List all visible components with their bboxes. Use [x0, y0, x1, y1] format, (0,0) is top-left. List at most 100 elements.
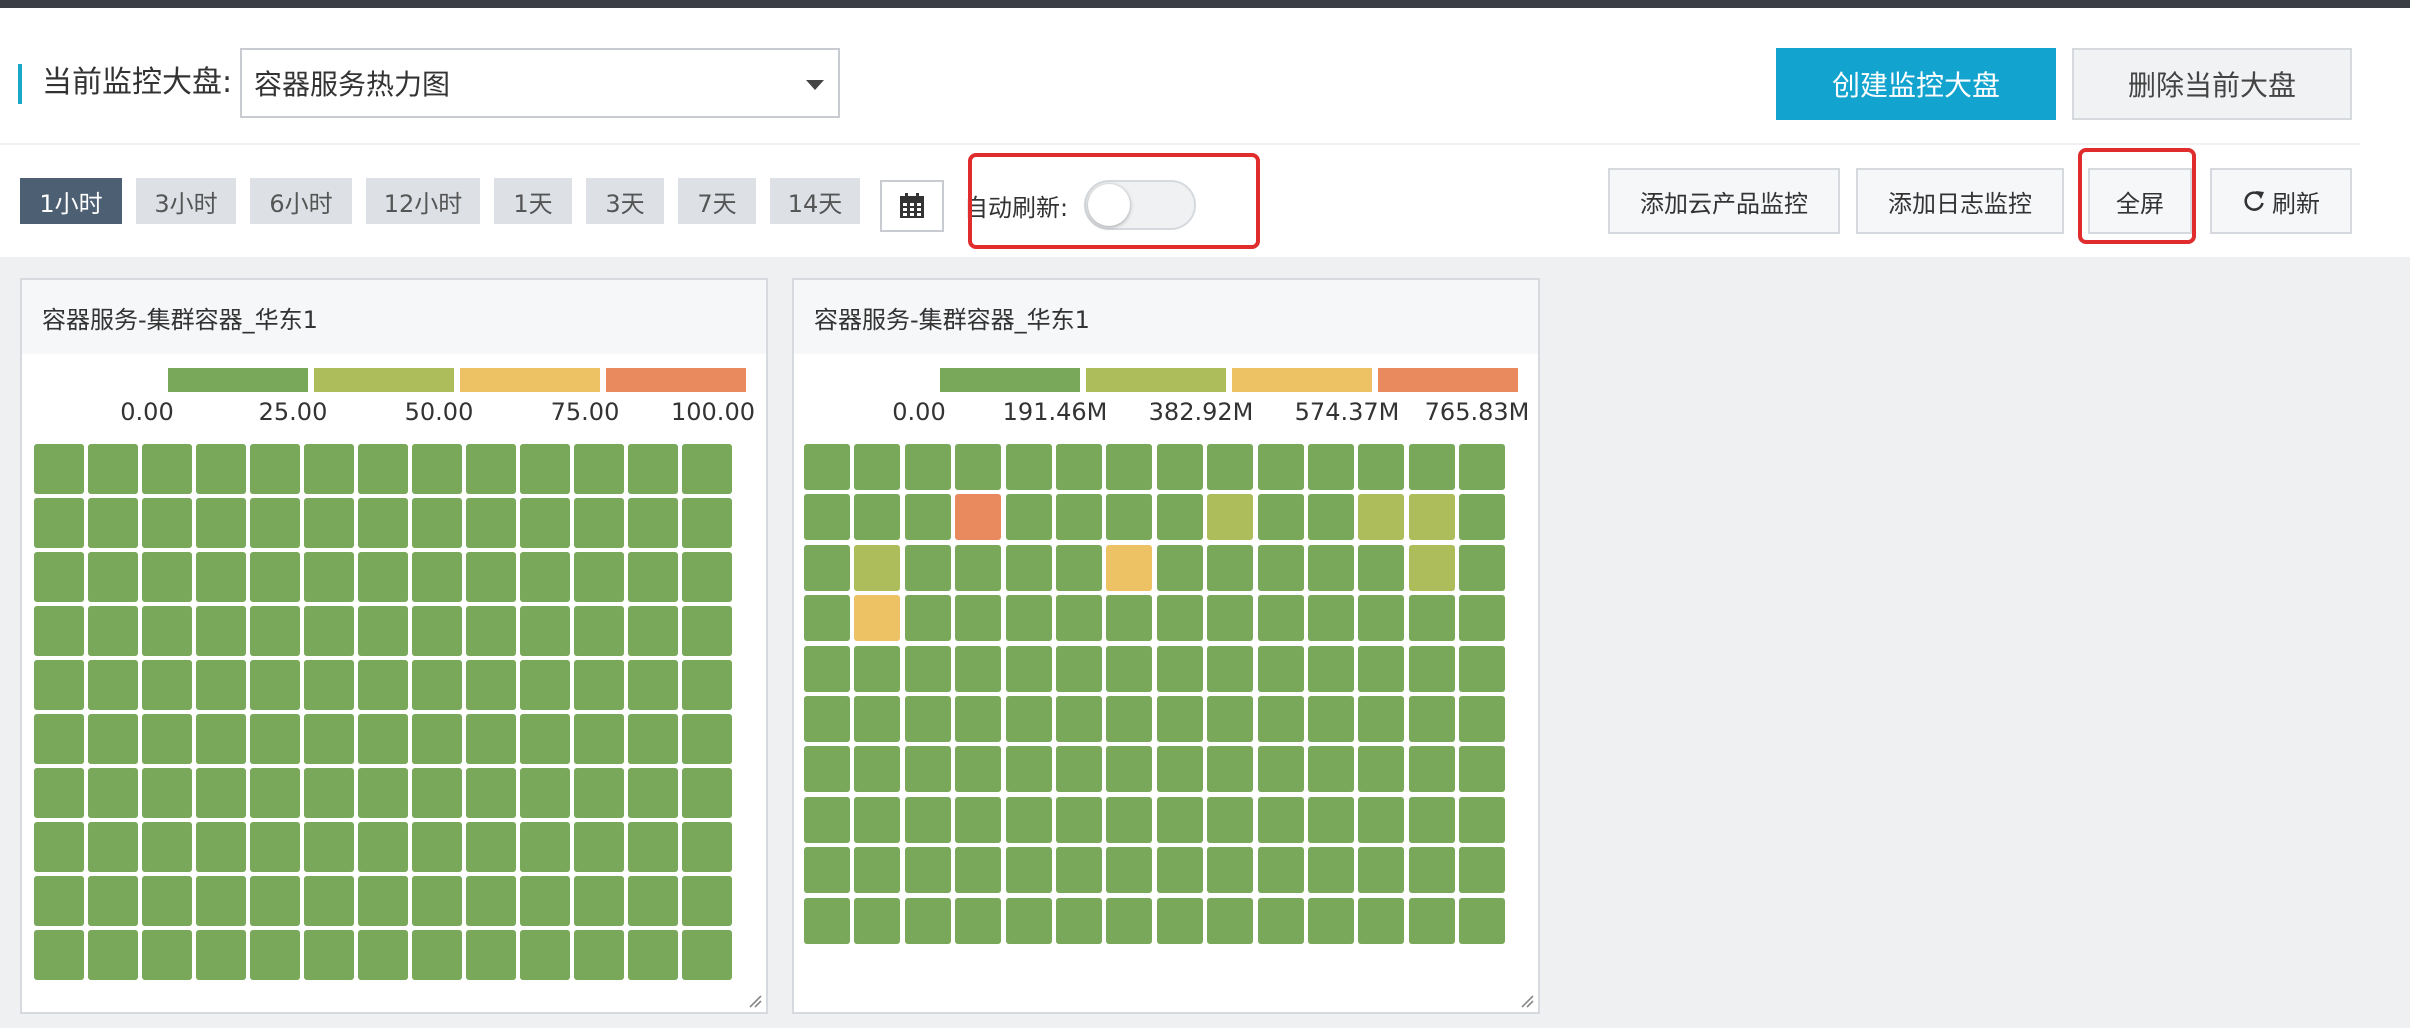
heatmap-cell[interactable]	[1358, 545, 1404, 591]
heatmap-cell[interactable]	[1409, 494, 1455, 540]
heatmap-cell[interactable]	[905, 746, 951, 792]
heatmap-cell[interactable]	[412, 660, 462, 710]
heatmap-cell[interactable]	[628, 876, 678, 926]
resize-handle-icon[interactable]	[748, 994, 762, 1008]
heatmap-cell[interactable]	[1358, 696, 1404, 742]
add-cloud-product-monitor-button[interactable]: 添加云产品监控	[1608, 168, 1840, 234]
heatmap-cell[interactable]	[1207, 797, 1253, 843]
create-dashboard-button[interactable]: 创建监控大盘	[1776, 48, 2056, 120]
heatmap-cell[interactable]	[88, 444, 138, 494]
heatmap-cell[interactable]	[1006, 696, 1052, 742]
heatmap-cell[interactable]	[1157, 847, 1203, 893]
heatmap-cell[interactable]	[520, 552, 570, 602]
heatmap-cell[interactable]	[628, 822, 678, 872]
heatmap-cell[interactable]	[905, 847, 951, 893]
heatmap-cell[interactable]	[955, 847, 1001, 893]
heatmap-cell[interactable]	[88, 876, 138, 926]
heatmap-cell[interactable]	[1409, 696, 1455, 742]
heatmap-cell[interactable]	[196, 822, 246, 872]
heatmap-cell[interactable]	[304, 876, 354, 926]
heatmap-cell[interactable]	[358, 930, 408, 980]
heatmap-cell[interactable]	[804, 797, 850, 843]
heatmap-cell[interactable]	[358, 552, 408, 602]
heatmap-cell[interactable]	[34, 822, 84, 872]
heatmap-cell[interactable]	[1006, 444, 1052, 490]
heatmap-cell[interactable]	[854, 595, 900, 641]
heatmap-cell[interactable]	[142, 444, 192, 494]
heatmap-cell[interactable]	[1006, 646, 1052, 692]
heatmap-cell[interactable]	[804, 545, 850, 591]
heatmap-cell[interactable]	[628, 444, 678, 494]
heatmap-cell[interactable]	[1006, 545, 1052, 591]
heatmap-cell[interactable]	[1106, 746, 1152, 792]
heatmap-cell[interactable]	[682, 444, 732, 494]
time-range-3d[interactable]: 3天	[586, 178, 664, 224]
heatmap-cell[interactable]	[142, 822, 192, 872]
heatmap-cell[interactable]	[304, 606, 354, 656]
heatmap-cell[interactable]	[1157, 746, 1203, 792]
heatmap-cell[interactable]	[466, 930, 516, 980]
refresh-button[interactable]: 刷新	[2210, 168, 2352, 234]
heatmap-cell[interactable]	[682, 660, 732, 710]
heatmap-cell[interactable]	[412, 444, 462, 494]
heatmap-cell[interactable]	[250, 714, 300, 764]
heatmap-cell[interactable]	[466, 822, 516, 872]
heatmap-cell[interactable]	[1459, 696, 1505, 742]
heatmap-cell[interactable]	[1358, 797, 1404, 843]
heatmap-cell[interactable]	[358, 606, 408, 656]
heatmap-cell[interactable]	[1106, 696, 1152, 742]
heatmap-cell[interactable]	[34, 714, 84, 764]
heatmap-cell[interactable]	[1358, 898, 1404, 944]
heatmap-cell[interactable]	[142, 768, 192, 818]
heatmap-cell[interactable]	[466, 552, 516, 602]
heatmap-cell[interactable]	[520, 822, 570, 872]
heatmap-cell[interactable]	[88, 822, 138, 872]
heatmap-cell[interactable]	[412, 876, 462, 926]
heatmap-cell[interactable]	[196, 552, 246, 602]
heatmap-cell[interactable]	[574, 552, 624, 602]
heatmap-cell[interactable]	[34, 606, 84, 656]
heatmap-cell[interactable]	[88, 498, 138, 548]
heatmap-cell[interactable]	[955, 696, 1001, 742]
heatmap-cell[interactable]	[466, 444, 516, 494]
heatmap-cell[interactable]	[1258, 797, 1304, 843]
heatmap-cell[interactable]	[1409, 545, 1455, 591]
heatmap-cell[interactable]	[1056, 847, 1102, 893]
heatmap-cell[interactable]	[1207, 545, 1253, 591]
heatmap-cell[interactable]	[1006, 898, 1052, 944]
heatmap-cell[interactable]	[682, 606, 732, 656]
heatmap-cell[interactable]	[804, 746, 850, 792]
heatmap-cell[interactable]	[1056, 797, 1102, 843]
heatmap-cell[interactable]	[358, 444, 408, 494]
heatmap-cell[interactable]	[196, 660, 246, 710]
heatmap-cell[interactable]	[34, 498, 84, 548]
heatmap-cell[interactable]	[1106, 797, 1152, 843]
heatmap-cell[interactable]	[1106, 545, 1152, 591]
heatmap-cell[interactable]	[804, 444, 850, 490]
heatmap-cell[interactable]	[1258, 444, 1304, 490]
heatmap-cell[interactable]	[1459, 646, 1505, 692]
heatmap-cell[interactable]	[1106, 898, 1152, 944]
heatmap-cell[interactable]	[955, 797, 1001, 843]
heatmap-cell[interactable]	[358, 822, 408, 872]
time-range-14d[interactable]: 14天	[770, 178, 860, 224]
heatmap-cell[interactable]	[1459, 847, 1505, 893]
heatmap-cell[interactable]	[520, 606, 570, 656]
heatmap-cell[interactable]	[1106, 646, 1152, 692]
heatmap-cell[interactable]	[628, 660, 678, 710]
heatmap-cell[interactable]	[1157, 444, 1203, 490]
heatmap-cell[interactable]	[1006, 797, 1052, 843]
heatmap-cell[interactable]	[250, 552, 300, 602]
heatmap-cell[interactable]	[358, 876, 408, 926]
heatmap-cell[interactable]	[88, 714, 138, 764]
heatmap-cell[interactable]	[1258, 847, 1304, 893]
heatmap-cell[interactable]	[1207, 595, 1253, 641]
heatmap-cell[interactable]	[1207, 898, 1253, 944]
heatmap-cell[interactable]	[1106, 595, 1152, 641]
heatmap-cell[interactable]	[88, 606, 138, 656]
heatmap-cell[interactable]	[854, 646, 900, 692]
heatmap-cell[interactable]	[196, 444, 246, 494]
heatmap-cell[interactable]	[1308, 898, 1354, 944]
heatmap-cell[interactable]	[250, 768, 300, 818]
heatmap-cell[interactable]	[1207, 444, 1253, 490]
